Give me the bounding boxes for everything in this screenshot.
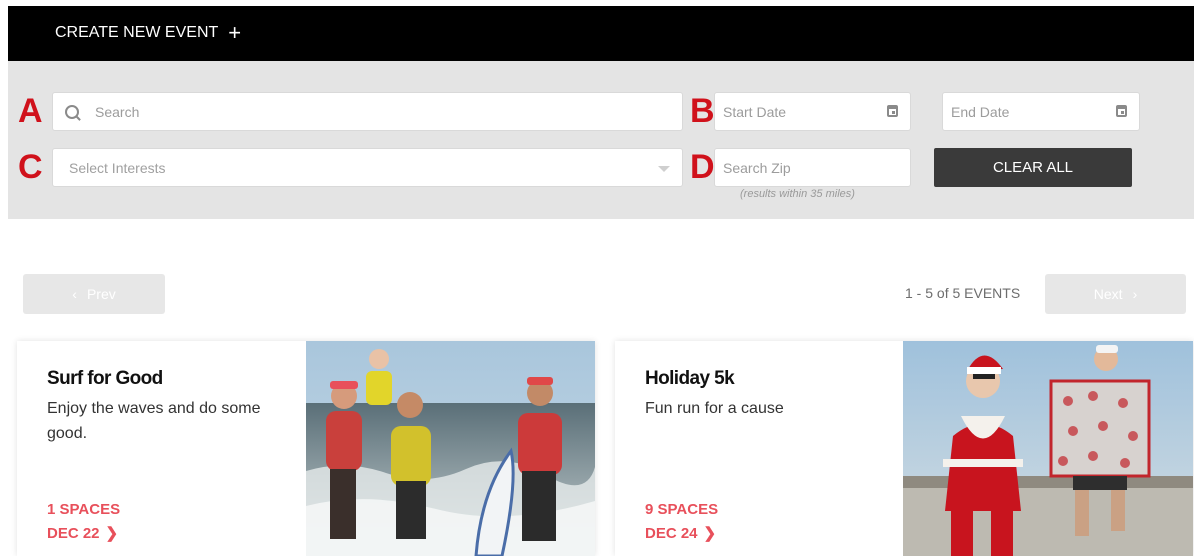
event-card[interactable]: Holiday 5k Fun run for a cause 9 SPACES … xyxy=(615,341,1193,556)
event-count: 1 - 5 of 5 EVENTS xyxy=(905,285,1021,301)
event-description: Enjoy the waves and do some good. xyxy=(47,400,261,442)
event-date: DEC 24 xyxy=(645,524,698,542)
zip-radius-note: (results within 35 miles) xyxy=(740,188,855,200)
create-new-event-button[interactable]: CREATE NEW EVENT + xyxy=(55,20,241,46)
end-date-input[interactable] xyxy=(949,102,1139,121)
annotation-d: D xyxy=(690,148,715,186)
plus-icon: + xyxy=(228,20,242,45)
chevron-right-icon: ❯ xyxy=(703,525,717,542)
prev-button[interactable]: ‹ Prev xyxy=(23,274,165,314)
event-date-link[interactable]: DEC 24 ❯ xyxy=(645,524,717,543)
event-photo-surf xyxy=(306,341,595,556)
clear-all-button[interactable]: CLEAR ALL xyxy=(934,148,1132,187)
search-input[interactable] xyxy=(93,102,682,121)
annotation-b: B xyxy=(690,92,715,130)
annotation-c: C xyxy=(18,148,43,186)
create-event-label: CREATE NEW EVENT xyxy=(55,24,219,41)
event-spaces: 1 SPACES xyxy=(47,501,121,518)
chevron-right-icon: › xyxy=(1132,286,1138,302)
event-date-link[interactable]: DEC 22 ❯ xyxy=(47,524,119,543)
annotation-a: A xyxy=(18,92,43,130)
chevron-left-icon: ‹ xyxy=(72,286,77,302)
interests-select[interactable]: Select Interests xyxy=(52,148,683,187)
event-date: DEC 22 xyxy=(47,524,100,542)
event-description: Fun run for a cause xyxy=(645,400,784,417)
search-field[interactable] xyxy=(52,92,683,131)
start-date-input[interactable] xyxy=(721,102,910,121)
event-title: Holiday 5k xyxy=(645,368,735,389)
end-date-field[interactable] xyxy=(942,92,1140,131)
prev-label: Prev xyxy=(86,286,116,302)
calendar-icon[interactable] xyxy=(1116,105,1127,117)
caret-down-icon xyxy=(658,166,670,172)
interests-placeholder: Select Interests xyxy=(69,159,166,176)
zip-field[interactable] xyxy=(714,148,911,187)
next-button[interactable]: Next › xyxy=(1045,274,1186,314)
filter-panel xyxy=(8,61,1194,219)
chevron-right-icon: ❯ xyxy=(105,525,119,542)
start-date-field[interactable] xyxy=(714,92,911,131)
event-title: Surf for Good xyxy=(47,368,163,389)
next-label: Next xyxy=(1093,286,1123,302)
zip-input[interactable] xyxy=(721,158,910,177)
calendar-icon[interactable] xyxy=(887,105,898,117)
event-spaces: 9 SPACES xyxy=(645,501,719,518)
search-icon xyxy=(65,104,79,119)
top-bar: CREATE NEW EVENT + xyxy=(8,6,1194,61)
event-card[interactable]: Surf for Good Enjoy the waves and do som… xyxy=(17,341,595,556)
event-photo-holiday-run xyxy=(903,341,1193,556)
